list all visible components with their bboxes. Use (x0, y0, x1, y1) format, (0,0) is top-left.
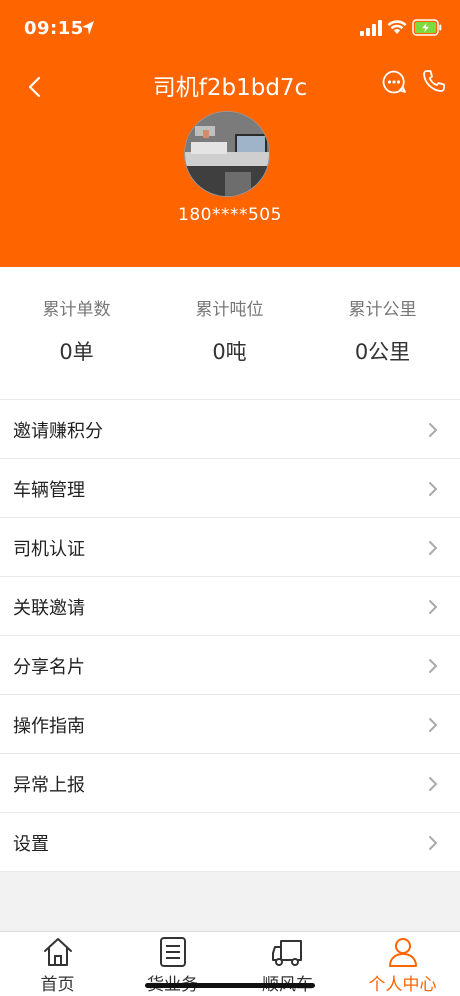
chat-icon[interactable] (381, 69, 407, 95)
avatar[interactable] (184, 111, 270, 197)
menu-item-label: 车辆管理 (13, 480, 85, 501)
menu-item-report-issue[interactable]: 异常上报 (0, 754, 460, 813)
wifi-icon (387, 20, 407, 34)
stat-tonnage: 累计吨位 0吨 (153, 295, 306, 366)
menu-item-guide[interactable]: 操作指南 (0, 695, 460, 754)
avatar-photo (185, 112, 269, 196)
tab-label: 首页 (40, 975, 75, 995)
chevron-right-icon (429, 836, 438, 850)
chevron-right-icon (429, 423, 438, 437)
stat-label: 累计单数 (42, 300, 111, 320)
menu-item-linked-invites[interactable]: 关联邀请 (0, 577, 460, 636)
stat-distance: 累计公里 0公里 (306, 295, 459, 366)
menu-item-share-card[interactable]: 分享名片 (0, 636, 460, 695)
stat-label: 累计吨位 (195, 300, 264, 320)
tab-label: 个人中心 (368, 975, 437, 995)
chevron-right-icon (429, 777, 438, 791)
menu-item-label: 司机认证 (13, 539, 85, 560)
status-time: 09:15 (24, 18, 84, 39)
chevron-right-icon (429, 600, 438, 614)
profile-header: 09:15 司机f2b1bd7c 180****505 (0, 0, 460, 267)
home-icon (44, 938, 72, 966)
tab-profile[interactable]: 个人中心 (345, 932, 460, 996)
menu-item-driver-verification[interactable]: 司机认证 (0, 518, 460, 577)
menu-item-settings[interactable]: 设置 (0, 813, 460, 872)
person-icon (389, 938, 417, 967)
tab-home[interactable]: 首页 (0, 932, 115, 996)
menu-item-label: 异常上报 (13, 775, 85, 796)
stat-value: 0单 (59, 340, 94, 364)
location-arrow-icon (82, 21, 94, 35)
truck-icon (272, 940, 302, 966)
stat-orders: 累计单数 0单 (0, 295, 153, 366)
phone-icon[interactable] (421, 68, 447, 94)
stat-value: 0公里 (354, 340, 411, 364)
menu-item-label: 设置 (13, 834, 49, 855)
stat-label: 累计公里 (348, 300, 417, 320)
menu-item-label: 分享名片 (13, 657, 85, 678)
cellular-signal-icon (360, 20, 382, 36)
chevron-right-icon (429, 659, 438, 673)
chevron-right-icon (429, 718, 438, 732)
stats-panel: 累计单数 0单 累计吨位 0吨 累计公里 0公里 (0, 267, 460, 399)
list-icon (160, 937, 186, 967)
phone-number: 180****505 (178, 205, 282, 225)
chevron-right-icon (429, 541, 438, 555)
home-indicator (145, 983, 315, 988)
menu-item-label: 操作指南 (13, 716, 85, 737)
stat-value: 0吨 (212, 340, 247, 364)
menu-item-label: 邀请赚积分 (13, 421, 103, 442)
menu-item-invite-points[interactable]: 邀请赚积分 (0, 400, 460, 459)
menu-item-label: 关联邀请 (13, 598, 85, 619)
battery-charging-icon (412, 19, 442, 36)
menu-item-vehicle-management[interactable]: 车辆管理 (0, 459, 460, 518)
chevron-right-icon (429, 482, 438, 496)
menu-list: 邀请赚积分 车辆管理 司机认证 关联邀请 分享名片 操作指南 异常上报 设置 (0, 399, 460, 872)
status-bar: 09:15 (0, 0, 460, 56)
